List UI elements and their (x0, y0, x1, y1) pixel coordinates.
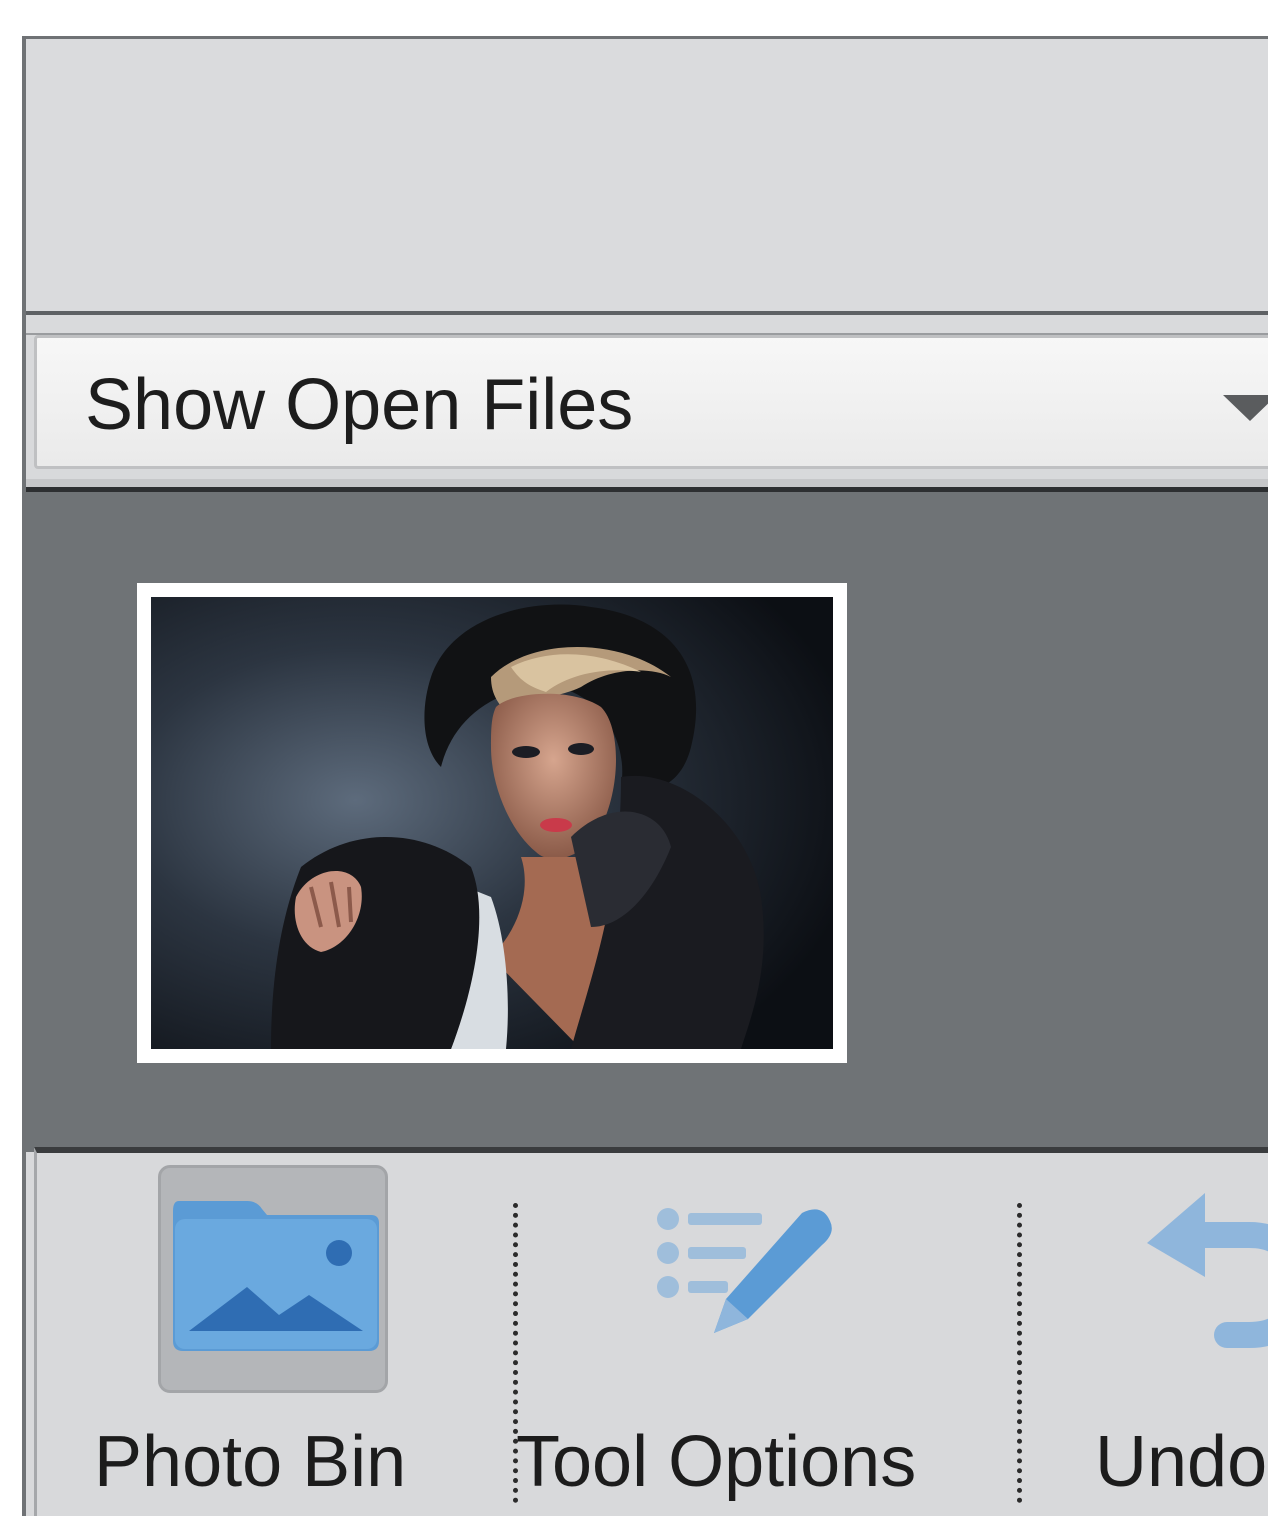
undo-label: Undo (1095, 1422, 1268, 1502)
panel-separator (26, 315, 1268, 335)
list-pencil-icon (657, 1208, 832, 1333)
tool-options-label: Tool Options (516, 1422, 917, 1502)
photo-folder-icon (173, 1201, 379, 1351)
dropdown-label: Show Open Files (85, 365, 634, 445)
panel-toolbar: Photo Bin Tool Options Undo (34, 1147, 1268, 1516)
show-open-files-dropdown[interactable]: Show Open Files (34, 335, 1268, 469)
toolbar-divider (1017, 1203, 1022, 1503)
undo-button[interactable]: Undo (1087, 1153, 1268, 1513)
dropdown-divider (26, 479, 1268, 487)
undo-arrow-icon (1147, 1193, 1268, 1348)
photo-bin-button[interactable]: Photo Bin (92, 1153, 452, 1513)
photo-bin-label: Photo Bin (94, 1422, 407, 1502)
photo-thumbnail[interactable] (137, 583, 847, 1063)
top-panel-area (26, 39, 1268, 315)
chevron-down-icon[interactable] (1223, 395, 1268, 421)
photo-bin-panel: Show Open Files Photo Bin Tool Options U… (22, 36, 1268, 1516)
photo-thumbnail-image (151, 597, 833, 1049)
photo-bin-area (26, 487, 1268, 1152)
tool-options-button[interactable]: Tool Options (512, 1153, 992, 1513)
